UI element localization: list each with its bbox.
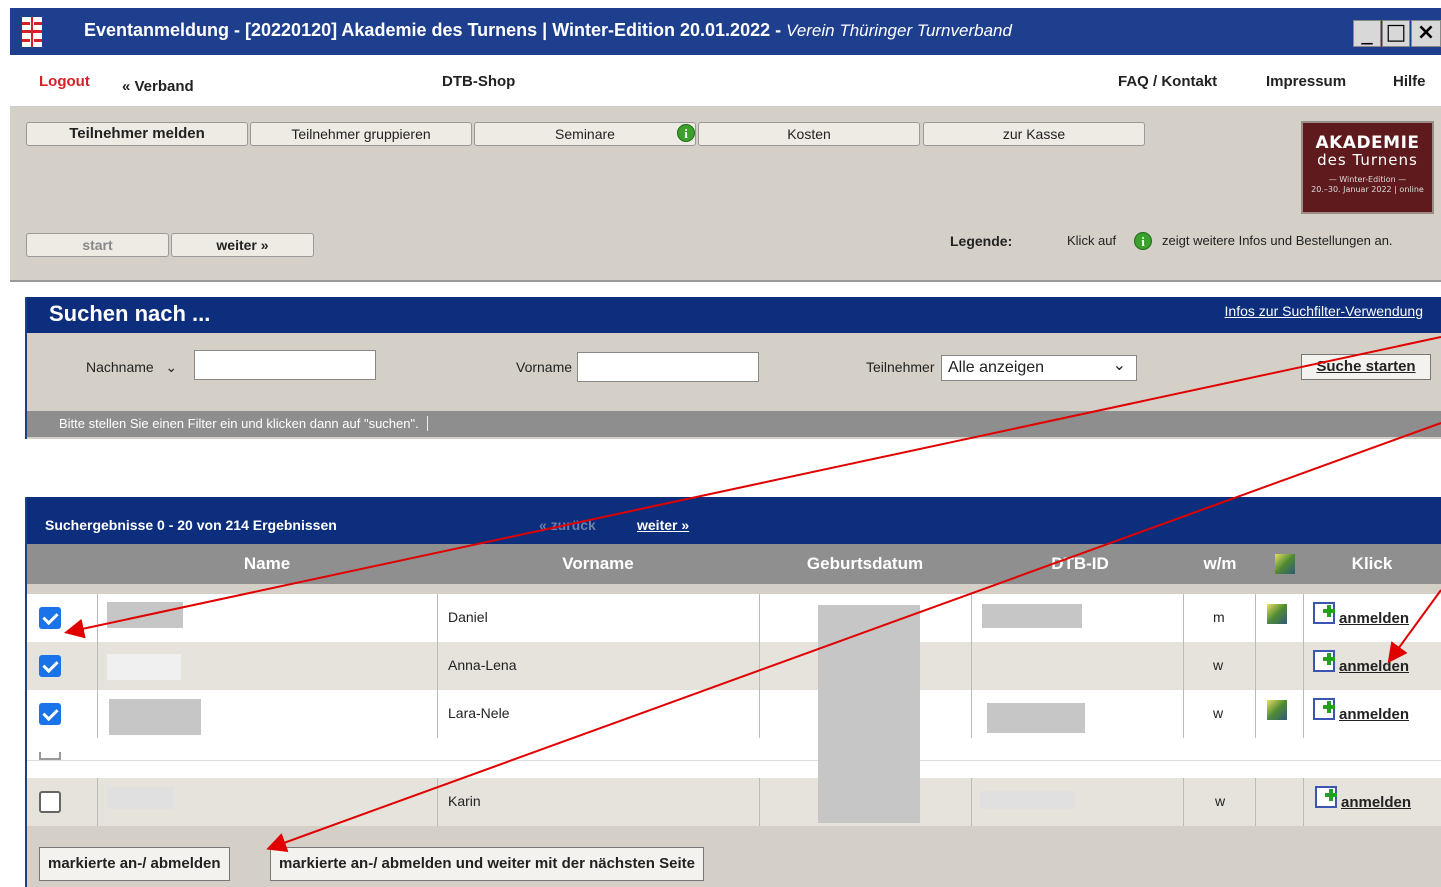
seminare-info-icon[interactable]: i	[677, 124, 695, 142]
close-button[interactable]: ×	[1411, 20, 1441, 47]
wm-cell: m	[1213, 609, 1225, 625]
impressum-link[interactable]: Impressum	[1266, 73, 1346, 90]
name-redacted	[107, 602, 183, 628]
results-column-header: Name Vorname Geburtsdatum DTB-ID w/m Kli…	[27, 544, 1441, 584]
nachname-input[interactable]	[194, 350, 376, 380]
geburtsdatum-redacted	[818, 605, 920, 823]
window-titlebar: Eventanmeldung - [20220120] Akademie des…	[10, 8, 1441, 55]
anmelden-link[interactable]: anmelden	[1339, 658, 1409, 675]
tab-kosten[interactable]: Kosten	[698, 122, 920, 146]
dtbid-redacted	[982, 604, 1082, 628]
results-prev-link[interactable]: « zurück	[539, 517, 596, 533]
vorname-cell: Lara-Nele	[448, 705, 510, 721]
wm-cell: w	[1213, 705, 1224, 721]
wm-cell: w	[1215, 793, 1226, 809]
weiter-button[interactable]: weiter »	[171, 233, 314, 257]
anmelden-link[interactable]: anmelden	[1341, 794, 1411, 811]
teilnehmer-label: Teilnehmer	[866, 359, 935, 375]
start-button[interactable]: start	[26, 233, 169, 257]
verband-link[interactable]: « Verband	[122, 78, 194, 95]
vorname-cell: Anna-Lena	[448, 657, 517, 673]
hilfe-link[interactable]: Hilfe	[1393, 73, 1426, 90]
table-row-cropped	[27, 738, 1441, 778]
wm-cell: w	[1213, 657, 1224, 673]
bm-icon	[1267, 604, 1287, 624]
bm-icon	[1267, 700, 1287, 720]
tab-seminare[interactable]: Seminare	[474, 122, 696, 146]
faq-link[interactable]: FAQ / Kontakt	[1118, 73, 1217, 90]
legend-text-pre: Klick auf	[1067, 233, 1117, 248]
mark-submit-next-button[interactable]: markierte an-/ abmelden und weiter mit d…	[270, 847, 704, 881]
akademie-logo: AKADEMIE des Turnens — Winter-Edition — …	[1301, 121, 1434, 214]
name-redacted	[109, 699, 201, 735]
add-icon[interactable]	[1313, 698, 1335, 720]
tab-zur-kasse[interactable]: zur Kasse	[923, 122, 1145, 146]
vorname-cell: Daniel	[448, 609, 488, 625]
teilnehmer-select[interactable]: Alle anzeigen ⌄	[941, 355, 1137, 381]
toolbar: Teilnehmer melden Teilnehmer gruppieren …	[10, 107, 1441, 282]
col-vorname[interactable]: Vorname	[562, 554, 634, 574]
col-name[interactable]: Name	[244, 554, 290, 574]
add-icon[interactable]	[1313, 650, 1335, 672]
search-submit-button[interactable]: Suche starten	[1301, 354, 1431, 380]
name-redacted	[107, 787, 174, 809]
search-help-link[interactable]: Infos zur Suchfilter-Verwendung	[1225, 303, 1423, 319]
anmelden-link[interactable]: anmelden	[1339, 706, 1409, 723]
dtb-logo-icon	[22, 17, 42, 47]
legend-text-post: zeigt weitere Infos und Bestellungen an.	[1162, 233, 1393, 248]
row-checkbox[interactable]	[39, 655, 61, 677]
table-row: Lara-Nele w anmelden	[27, 690, 1441, 738]
anmelden-link[interactable]: anmelden	[1339, 610, 1409, 627]
add-icon[interactable]	[1315, 786, 1337, 808]
tab-teilnehmer-gruppieren[interactable]: Teilnehmer gruppieren	[250, 122, 472, 146]
results-panel: Suchergebnisse 0 - 20 von 214 Ergebnisse…	[25, 497, 1441, 887]
vorname-input[interactable]	[577, 352, 759, 382]
window-subtitle: Verein Thüringer Turnverband	[786, 21, 1012, 40]
mark-submit-button[interactable]: markierte an-/ abmelden	[39, 847, 230, 881]
chevron-down-icon: ⌄	[165, 359, 178, 375]
name-redacted	[107, 654, 181, 680]
legend-info-icon: i	[1134, 232, 1152, 250]
tab-teilnehmer-melden[interactable]: Teilnehmer melden	[26, 122, 248, 146]
row-checkbox[interactable]	[39, 791, 61, 813]
col-geburtsdatum[interactable]: Geburtsdatum	[807, 554, 923, 574]
col-wm[interactable]: w/m	[1203, 554, 1236, 574]
table-row: Anna-Lena w anmelden	[27, 642, 1441, 690]
dtbid-redacted	[980, 791, 1074, 809]
table-row: Karin w anmelden	[27, 778, 1441, 826]
table-row: Daniel m anmelden	[27, 594, 1441, 642]
window-title: Eventanmeldung - [20220120] Akademie des…	[84, 20, 1012, 40]
search-hint: Bitte stellen Sie einen Filter ein und k…	[27, 411, 1441, 437]
results-summary: Suchergebnisse 0 - 20 von 214 Ergebnisse…	[45, 517, 337, 533]
row-checkbox[interactable]	[39, 703, 61, 725]
results-next-link[interactable]: weiter »	[637, 517, 689, 533]
chevron-down-icon: ⌄	[1112, 357, 1126, 374]
dtb-shop-link[interactable]: DTB-Shop	[442, 73, 515, 90]
logout-link[interactable]: Logout	[39, 73, 90, 90]
search-panel: Suchen nach ... Infos zur Suchfilter-Ver…	[25, 297, 1441, 439]
search-title: Suchen nach ...	[49, 301, 211, 326]
nachname-select[interactable]: Nachname ⌄	[86, 359, 177, 376]
bm-header-icon	[1275, 554, 1295, 574]
dtbid-redacted	[987, 703, 1085, 733]
vorname-label: Vorname	[516, 359, 573, 375]
row-checkbox[interactable]	[39, 607, 61, 629]
maximize-button[interactable]: □	[1382, 20, 1410, 47]
vorname-cell: Karin	[448, 793, 481, 809]
col-dtb-id[interactable]: DTB-ID	[1051, 554, 1109, 574]
col-klick: Klick	[1351, 554, 1393, 573]
legend-label: Legende:	[950, 233, 1013, 249]
add-icon[interactable]	[1313, 602, 1335, 624]
minimize-button[interactable]: _	[1353, 20, 1381, 47]
top-menu: Logout « Verband DTB-Shop FAQ / Kontakt …	[10, 55, 1441, 107]
